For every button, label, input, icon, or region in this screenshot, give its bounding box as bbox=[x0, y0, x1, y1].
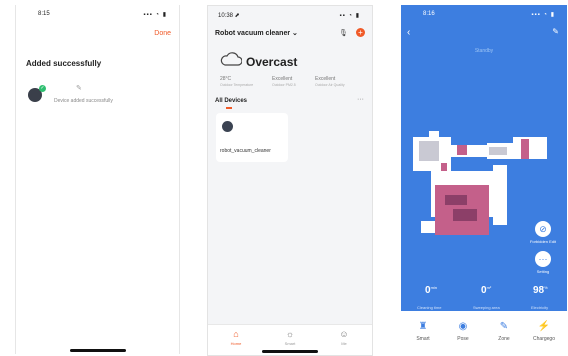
forbidden-zone-icon: ⊘ bbox=[535, 221, 551, 237]
control-label: Pose bbox=[457, 336, 469, 342]
status-time: 10:38 ⬈ bbox=[218, 13, 240, 19]
cloud-icon bbox=[220, 52, 242, 66]
control-label: Smart bbox=[416, 336, 430, 342]
status-bar: 8:16 ▪▪▪ ◔ ▮ bbox=[401, 5, 567, 19]
robot-vacuum-icon bbox=[222, 121, 233, 132]
status-bar: 10:38 ⬈ ▪▪ ◔ ▮ bbox=[208, 6, 372, 20]
stat-pm25: Excellent Outdoor PM2.5 bbox=[272, 76, 296, 87]
more-icon: ··· bbox=[535, 251, 551, 267]
status-icons: ▪▪ ◔ ▮ bbox=[339, 13, 360, 19]
control-label: Chargego bbox=[533, 336, 555, 342]
tab-label: Smart bbox=[284, 341, 296, 346]
status-time: 8:15 bbox=[38, 11, 50, 17]
location-pin-icon: ◉ bbox=[458, 321, 468, 332]
side-button-label: Forbidden Edit bbox=[529, 239, 556, 244]
stat-temperature: 28°C Outdoor Temperature bbox=[220, 76, 253, 87]
electricity-label: Electricity bbox=[531, 305, 549, 310]
tab-label: Me bbox=[341, 341, 347, 346]
home-indicator[interactable] bbox=[262, 350, 318, 353]
phone-screen-vacuum-map: 8:16 ▪▪▪ ◔ ▮ ‹ ✎ Standby ⊘ Forbidden Edi… bbox=[401, 5, 567, 354]
device-card[interactable]: robot_vacuum_cleaner bbox=[216, 113, 288, 162]
profile-icon: ☺ bbox=[339, 329, 349, 339]
side-button-label: Setting bbox=[536, 269, 550, 274]
tab-all-devices[interactable]: All Devices bbox=[215, 98, 247, 104]
tab-me[interactable]: ☺ Me bbox=[329, 329, 359, 346]
check-icon: ✓ bbox=[39, 85, 46, 92]
stat-label: Outdoor Temperature bbox=[220, 83, 254, 87]
setting-button[interactable]: ··· Setting bbox=[523, 251, 563, 274]
charging-plug-icon: ⚡ bbox=[537, 321, 551, 332]
stat-label: Outdoor Air Quality bbox=[315, 83, 345, 87]
forbidden-edit-button[interactable]: ⊘ Forbidden Edit bbox=[523, 221, 563, 244]
stat-value: Excellent bbox=[272, 76, 293, 82]
phone-screen-home: 10:38 ⬈ ▪▪ ◔ ▮ Robot vacuum cleaner ⌄ 🎙 … bbox=[207, 5, 373, 356]
weather-condition: Overcast bbox=[246, 55, 298, 69]
more-icon[interactable]: ··· bbox=[357, 96, 364, 103]
tab-label: Home bbox=[230, 341, 242, 346]
stat-value: Excellent bbox=[315, 76, 336, 82]
back-icon[interactable]: ‹ bbox=[407, 27, 410, 38]
status-bar: 8:15 ▪▪▪ ◔ ▮ bbox=[16, 5, 179, 19]
home-icon: ⌂ bbox=[233, 329, 239, 339]
done-button[interactable]: Done bbox=[154, 30, 171, 37]
control-bar: ♜ Smart ◉ Pose ✎ Zone ⚡ Chargego bbox=[401, 311, 567, 354]
add-device-button[interactable]: + bbox=[356, 28, 365, 37]
pose-button[interactable]: ◉ Pose bbox=[446, 321, 480, 342]
status-icons: ▪▪▪ ◔ ▮ bbox=[143, 12, 167, 18]
stat-value: 28°C bbox=[220, 76, 232, 82]
edit-icon[interactable]: ✎ bbox=[552, 27, 559, 36]
tab-home[interactable]: ⌂ Home bbox=[221, 329, 251, 346]
stat-label: Outdoor PM2.5 bbox=[272, 83, 296, 87]
robot-status: Standby bbox=[474, 48, 494, 54]
cleaning-time-label: Cleaning time bbox=[417, 305, 442, 310]
microphone-icon[interactable]: 🎙 bbox=[339, 29, 348, 37]
page-title: Added successfully bbox=[26, 59, 102, 68]
home-selector[interactable]: Robot vacuum cleaner ⌄ bbox=[215, 29, 298, 37]
phone-screen-added-successfully: 8:15 ▪▪▪ ◔ ▮ Done Added successfully ✓ ✎… bbox=[15, 5, 180, 354]
smart-clean-icon: ♜ bbox=[418, 321, 428, 332]
edit-name-icon[interactable]: ✎ bbox=[76, 84, 82, 92]
status-time: 8:16 bbox=[423, 11, 435, 17]
device-name: robot_vacuum_cleaner bbox=[220, 148, 271, 154]
electricity-value: 98% bbox=[533, 285, 548, 296]
sweeping-area-label: Sweeping area bbox=[473, 305, 500, 310]
zone-button[interactable]: ✎ Zone bbox=[487, 321, 521, 342]
stat-air-quality: Excellent Outdoor Air Quality bbox=[315, 76, 345, 87]
home-indicator[interactable] bbox=[70, 349, 126, 352]
zone-edit-icon: ✎ bbox=[499, 321, 509, 332]
status-icons: ▪▪▪ ◔ ▮ bbox=[531, 12, 555, 18]
smart-icon: ☼ bbox=[285, 329, 295, 339]
tab-smart[interactable]: ☼ Smart bbox=[275, 329, 305, 346]
control-label: Zone bbox=[498, 336, 510, 342]
sweeping-area-value: 0m² bbox=[481, 285, 492, 296]
device-added-text: Device added successfully bbox=[54, 98, 113, 104]
active-tab-indicator bbox=[226, 107, 232, 109]
smart-clean-button[interactable]: ♜ Smart bbox=[406, 321, 440, 342]
cleaning-time-value: 0min bbox=[425, 285, 438, 296]
charge-go-button[interactable]: ⚡ Chargego bbox=[527, 321, 561, 342]
